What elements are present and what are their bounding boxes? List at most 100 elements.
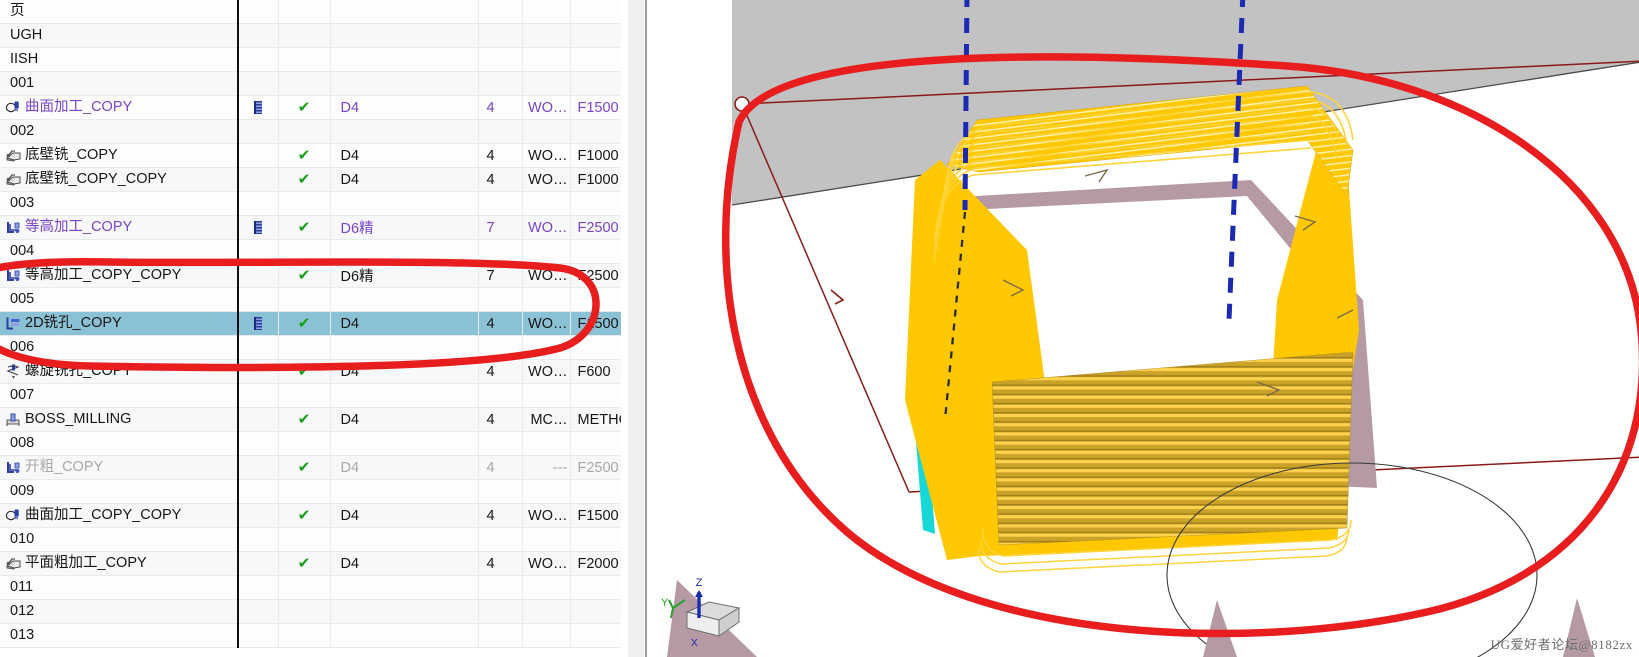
group-row[interactable]: 004: [0, 239, 625, 264]
cell-tool-number[interactable]: 4: [478, 167, 523, 192]
cell-toolpath-indicator[interactable]: [238, 191, 279, 216]
graphics-viewport[interactable]: Z Y X UG爱好者论坛@8182zx: [645, 0, 1639, 657]
cell-tool-number[interactable]: [478, 479, 523, 504]
operation-table[interactable]: 页 UGH IISH 001 曲面加工_COPY ✔ D4 4 WO… F1500 002 底壁铣_C…: [0, 0, 625, 648]
cell-tool-number[interactable]: 4: [478, 455, 523, 480]
cell-feed-rate[interactable]: [570, 383, 625, 408]
operation-row[interactable]: 底壁铣_COPY_COPY ✔ D4 4 WO… F1000: [0, 167, 625, 192]
cell-tool-number[interactable]: [478, 623, 523, 648]
cell-status[interactable]: [278, 479, 331, 504]
cell-operation-name[interactable]: 开粗_COPY: [0, 455, 239, 480]
operation-row[interactable]: 曲面加工_COPY ✔ D4 4 WO… F1500: [0, 95, 625, 120]
cell-toolpath-indicator[interactable]: [238, 71, 279, 96]
cell-status[interactable]: [278, 239, 331, 264]
cell-tool[interactable]: [330, 479, 479, 504]
cell-feed-rate[interactable]: [570, 287, 625, 312]
cell-geometry[interactable]: [522, 23, 571, 48]
cell-toolpath-indicator[interactable]: [238, 455, 279, 480]
cell-status[interactable]: ✔: [278, 455, 331, 480]
cell-tool[interactable]: D4: [330, 455, 479, 480]
cell-tool-number[interactable]: [478, 23, 523, 48]
cell-tool-number[interactable]: 4: [478, 407, 523, 432]
cell-tool-number[interactable]: [478, 575, 523, 600]
cell-operation-name[interactable]: 010: [0, 527, 239, 552]
cell-status[interactable]: [278, 191, 331, 216]
cell-status[interactable]: ✔: [278, 503, 331, 528]
cell-toolpath-indicator[interactable]: [238, 623, 279, 648]
cell-feed-rate[interactable]: [570, 23, 625, 48]
cell-tool[interactable]: [330, 23, 479, 48]
cell-geometry[interactable]: [522, 119, 571, 144]
cell-tool[interactable]: D4: [330, 143, 479, 168]
cell-operation-name[interactable]: 2D铣孔_COPY: [0, 311, 239, 336]
cell-feed-rate[interactable]: [570, 623, 625, 648]
group-row[interactable]: 011: [0, 575, 625, 600]
cell-feed-rate[interactable]: F2000: [570, 551, 625, 576]
cell-tool[interactable]: [330, 335, 479, 360]
cell-operation-name[interactable]: 004: [0, 239, 239, 264]
cell-status[interactable]: ✔: [278, 143, 331, 168]
cell-status[interactable]: [278, 431, 331, 456]
operation-row[interactable]: 等高加工_COPY_COPY ✔ D6精 7 WO… F2500: [0, 263, 625, 288]
cell-operation-name[interactable]: 003: [0, 191, 239, 216]
operation-row[interactable]: 曲面加工_COPY_COPY ✔ D4 4 WO… F1500: [0, 503, 625, 528]
cell-feed-rate[interactable]: [570, 527, 625, 552]
cell-tool-number[interactable]: [478, 191, 523, 216]
cell-geometry[interactable]: [522, 431, 571, 456]
cell-status[interactable]: [278, 0, 331, 24]
cell-geometry[interactable]: WO…: [522, 143, 571, 168]
cell-tool[interactable]: [330, 239, 479, 264]
operation-row[interactable]: 平面粗加工_COPY ✔ D4 4 WO… F2000: [0, 551, 625, 576]
cell-feed-rate[interactable]: [570, 599, 625, 624]
cell-operation-name[interactable]: 011: [0, 575, 239, 600]
group-row[interactable]: 009: [0, 479, 625, 504]
group-row[interactable]: IISH: [0, 47, 625, 72]
group-row[interactable]: 001: [0, 71, 625, 96]
cell-tool[interactable]: D4: [330, 167, 479, 192]
cell-operation-name[interactable]: 曲面加工_COPY: [0, 95, 239, 120]
group-row[interactable]: 006: [0, 335, 625, 360]
cell-toolpath-indicator[interactable]: [238, 527, 279, 552]
cell-feed-rate[interactable]: [570, 575, 625, 600]
cell-tool[interactable]: [330, 287, 479, 312]
cell-status[interactable]: ✔: [278, 263, 331, 288]
cell-tool-number[interactable]: 4: [478, 143, 523, 168]
navigator-scrollbar-track[interactable]: [628, 0, 1269, 657]
cell-status[interactable]: ✔: [278, 551, 331, 576]
cell-feed-rate[interactable]: F1000: [570, 143, 625, 168]
cell-geometry[interactable]: [522, 47, 571, 72]
cell-feed-rate[interactable]: METHOD: [570, 407, 625, 432]
cell-feed-rate[interactable]: [570, 479, 625, 504]
cell-tool[interactable]: D4: [330, 551, 479, 576]
operation-row[interactable]: 2D铣孔_COPY ✔ D4 4 WO… F1500: [0, 311, 625, 336]
cell-feed-rate[interactable]: [570, 239, 625, 264]
cell-feed-rate[interactable]: F1500: [570, 311, 625, 336]
cell-status[interactable]: [278, 335, 331, 360]
group-row[interactable]: 005: [0, 287, 625, 312]
cell-tool-number[interactable]: 4: [478, 503, 523, 528]
cell-toolpath-indicator[interactable]: [238, 215, 279, 240]
cell-operation-name[interactable]: 006: [0, 335, 239, 360]
cell-operation-name[interactable]: 等高加工_COPY_COPY: [0, 263, 239, 288]
cell-tool[interactable]: D6精: [330, 215, 479, 240]
group-row[interactable]: 013: [0, 623, 625, 648]
cell-tool[interactable]: [330, 191, 479, 216]
cell-geometry[interactable]: [522, 599, 571, 624]
cell-status[interactable]: [278, 575, 331, 600]
cell-toolpath-indicator[interactable]: [238, 119, 279, 144]
cell-geometry[interactable]: WO…: [522, 167, 571, 192]
cell-feed-rate[interactable]: [570, 191, 625, 216]
cell-operation-name[interactable]: 平面粗加工_COPY: [0, 551, 239, 576]
cell-feed-rate[interactable]: [570, 71, 625, 96]
group-row[interactable]: 008: [0, 431, 625, 456]
cell-tool-number[interactable]: [478, 0, 523, 24]
cell-operation-name[interactable]: 页: [0, 0, 239, 24]
cell-geometry[interactable]: [522, 383, 571, 408]
cell-tool-number[interactable]: [478, 239, 523, 264]
cell-toolpath-indicator[interactable]: [238, 359, 279, 384]
cell-operation-name[interactable]: 等高加工_COPY: [0, 215, 239, 240]
group-row[interactable]: 012: [0, 599, 625, 624]
cell-tool[interactable]: [330, 71, 479, 96]
cell-toolpath-indicator[interactable]: [238, 599, 279, 624]
cell-tool-number[interactable]: 7: [478, 263, 523, 288]
